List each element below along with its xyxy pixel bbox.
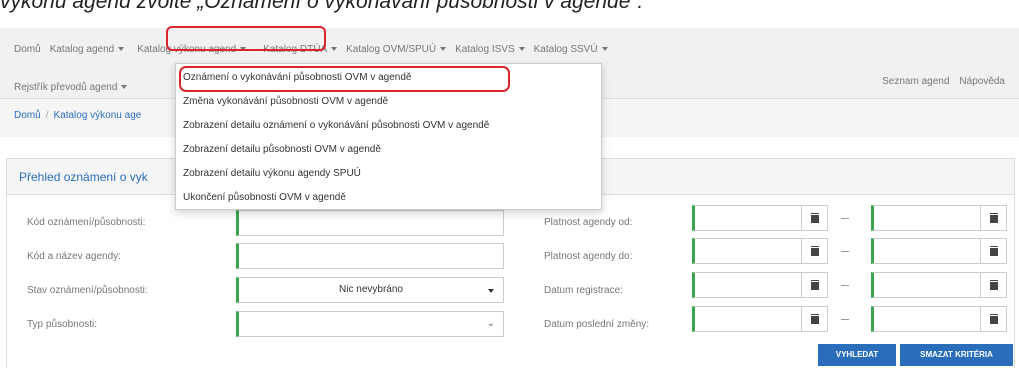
- menu-item-notice-detail[interactable]: Zobrazení detailu oznámení o vykonávání …: [183, 120, 489, 131]
- menu-item-ovm-detail[interactable]: Zobrazení detailu působnosti OVM v agend…: [183, 144, 381, 155]
- calendar-icon[interactable]: [981, 238, 1007, 264]
- chevron-down-icon: [118, 46, 125, 51]
- calendar-icon[interactable]: [981, 205, 1007, 231]
- chevron-down-icon: ⌄: [486, 318, 495, 329]
- chevron-down-icon: [121, 84, 128, 89]
- date-to-input[interactable]: [871, 306, 981, 332]
- nav-label: Rejstřík převodů agend: [14, 81, 118, 93]
- label-registration-date: Datum registrace:: [544, 285, 623, 296]
- menu-item-spuu-detail[interactable]: Zobrazení detailu výkonu agendy SPUÚ: [183, 168, 361, 179]
- date-to-input[interactable]: [871, 205, 981, 231]
- type-select[interactable]: ⌄: [236, 311, 504, 337]
- label-last-change: Datum poslední změny:: [544, 319, 650, 330]
- highlight-menu-annotation: [179, 66, 510, 92]
- label-valid-from: Platnost agendy od:: [544, 217, 633, 228]
- label-status: Stav oznámení/působnosti:: [27, 285, 148, 296]
- nav-isvs-catalog[interactable]: Katalog ISVS: [455, 43, 525, 55]
- nav-label: Katalog agend: [49, 43, 115, 55]
- nav-transfer-registry[interactable]: Rejstřík převodů agend: [14, 81, 128, 93]
- breadcrumb-separator: /: [45, 110, 49, 121]
- date-from-input[interactable]: [692, 272, 802, 298]
- instruction-caption: výkonu agend zvolte „Oznámení o vykonává…: [0, 0, 644, 13]
- clear-criteria-button[interactable]: SMAZAT KRITÉRIA: [900, 344, 1013, 366]
- range-dash: [841, 251, 849, 252]
- nav-ovm-catalog[interactable]: Katalog OVM/SPUÚ: [346, 43, 447, 55]
- nav-label: Katalog SSVÚ: [533, 43, 598, 55]
- nav-help[interactable]: Nápověda: [959, 76, 1005, 87]
- label-notice-code: Kód oznámení/působnosti:: [27, 217, 146, 228]
- calendar-icon[interactable]: [981, 272, 1007, 298]
- status-selected-value: Nic nevybráno: [339, 284, 403, 295]
- label-agenda-code: Kód a název agendy:: [27, 251, 121, 262]
- nav-ssvu-catalog[interactable]: Katalog SSVÚ: [534, 44, 608, 55]
- nav-agenda-catalog[interactable]: Katalog agend: [50, 44, 125, 55]
- chevron-down-icon: [331, 46, 338, 51]
- date-to-input[interactable]: [871, 238, 981, 264]
- label-valid-to: Platnost agendy do:: [544, 251, 633, 262]
- nav-agenda-list[interactable]: Seznam agend: [882, 76, 949, 87]
- highlight-nav-annotation: [166, 26, 326, 51]
- date-from-input[interactable]: [692, 205, 802, 231]
- nav-home[interactable]: Domů: [14, 44, 41, 55]
- nav-label: Katalog OVM/SPUÚ: [346, 43, 437, 55]
- chevron-down-icon: [601, 46, 608, 51]
- breadcrumb-home[interactable]: Domů: [14, 110, 41, 121]
- date-from-input[interactable]: [692, 238, 802, 264]
- range-dash: [841, 319, 849, 320]
- range-dash: [841, 218, 849, 219]
- status-select[interactable]: Nic nevybráno: [236, 277, 504, 303]
- range-dash: [841, 285, 849, 286]
- agenda-code-input[interactable]: [236, 243, 504, 269]
- date-to-input[interactable]: [871, 272, 981, 298]
- calendar-icon[interactable]: [802, 306, 828, 332]
- chevron-down-icon: [440, 46, 447, 51]
- date-from-input[interactable]: [692, 306, 802, 332]
- chevron-down-icon: [518, 46, 525, 51]
- search-button[interactable]: VYHLEDAT: [818, 344, 896, 366]
- breadcrumb-current[interactable]: Katalog výkonu age: [53, 110, 141, 121]
- label-type: Typ působnosti:: [27, 319, 98, 330]
- nav-label: Katalog ISVS: [455, 43, 515, 55]
- calendar-icon[interactable]: [802, 205, 828, 231]
- caret-down-icon: [488, 289, 494, 293]
- menu-item-terminate-ovm[interactable]: Ukončení působnosti OVM v agendě: [183, 192, 346, 203]
- calendar-icon[interactable]: [802, 238, 828, 264]
- calendar-icon[interactable]: [802, 272, 828, 298]
- calendar-icon[interactable]: [981, 306, 1007, 332]
- notice-code-input[interactable]: [236, 210, 504, 236]
- menu-item-change-ovm[interactable]: Změna vykonávání působnosti OVM v agendě: [183, 96, 388, 107]
